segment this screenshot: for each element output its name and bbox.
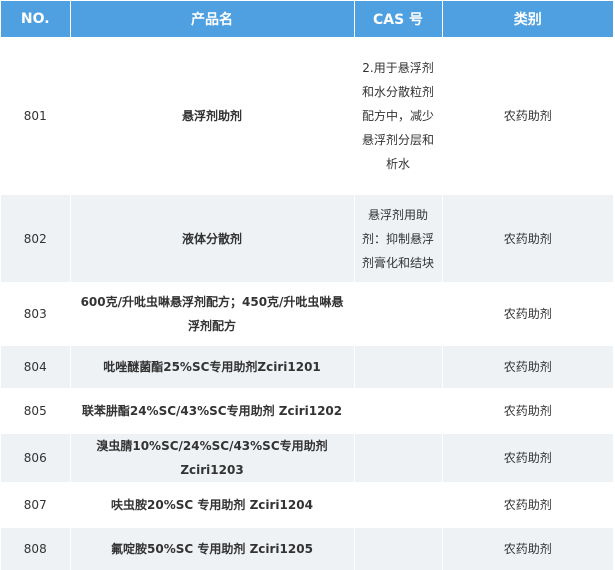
row-category: 农药助剂 [442, 388, 613, 434]
header-cas: CAS 号 [354, 1, 443, 37]
table-row: 807 呋虫胺20%SC 专用助剂 Zciri1204 农药助剂 [1, 482, 613, 528]
row-no: 805 [1, 388, 71, 434]
row-no: 803 [1, 282, 71, 346]
row-category: 农药助剂 [442, 37, 613, 195]
row-cas: 悬浮剂用助剂：抑制悬浮剂膏化和结块 [354, 195, 443, 282]
row-cas [354, 482, 443, 528]
row-category: 农药助剂 [442, 434, 613, 482]
product-link[interactable]: 吡唑醚菌酯25%SC专用助剂Zciri1201 [103, 360, 321, 374]
row-cas [354, 528, 443, 570]
row-category: 农药助剂 [442, 482, 613, 528]
row-product-name[interactable]: 600克/升吡虫啉悬浮剂配方；450克/升吡虫啉悬浮剂配方 [70, 282, 355, 346]
table-row: 801 悬浮剂助剂 2.用于悬浮剂和水分散粒剂配方中，减少悬浮剂分层和析水 农药… [1, 37, 613, 195]
row-category: 农药助剂 [442, 346, 613, 388]
row-no: 804 [1, 346, 71, 388]
product-link[interactable]: 溴虫腈10%SC/24%SC/43%SC专用助剂 Zciri1203 [96, 439, 327, 477]
header-product-name: 产品名 [70, 1, 355, 37]
row-cas: 2.用于悬浮剂和水分散粒剂配方中，减少悬浮剂分层和析水 [354, 37, 443, 195]
table-row: 808 氟啶胺50%SC 专用助剂 Zciri1205 农药助剂 [1, 528, 613, 570]
row-no: 806 [1, 434, 71, 482]
product-link[interactable]: 氟啶胺50%SC 专用助剂 Zciri1205 [111, 542, 313, 556]
table-row: 805 联苯肼酯24%SC/43%SC专用助剂 Zciri1202 农药助剂 [1, 388, 613, 434]
row-product-name[interactable]: 吡唑醚菌酯25%SC专用助剂Zciri1201 [70, 346, 355, 388]
product-link[interactable]: 600克/升吡虫啉悬浮剂配方；450克/升吡虫啉悬浮剂配方 [81, 295, 344, 333]
table-row: 803 600克/升吡虫啉悬浮剂配方；450克/升吡虫啉悬浮剂配方 农药助剂 [1, 282, 613, 346]
row-product-name[interactable]: 溴虫腈10%SC/24%SC/43%SC专用助剂 Zciri1203 [70, 434, 355, 482]
table-row: 802 液体分散剂 悬浮剂用助剂：抑制悬浮剂膏化和结块 农药助剂 [1, 195, 613, 282]
row-cas [354, 346, 443, 388]
row-no: 808 [1, 528, 71, 570]
row-cas [354, 282, 443, 346]
table-row: 804 吡唑醚菌酯25%SC专用助剂Zciri1201 农药助剂 [1, 346, 613, 388]
product-link[interactable]: 悬浮剂助剂 [182, 109, 242, 123]
product-link[interactable]: 液体分散剂 [182, 232, 242, 246]
row-product-name[interactable]: 悬浮剂助剂 [70, 37, 355, 195]
header-category: 类别 [442, 1, 613, 37]
product-link[interactable]: 联苯肼酯24%SC/43%SC专用助剂 Zciri1202 [82, 404, 342, 418]
row-category: 农药助剂 [442, 282, 613, 346]
row-product-name[interactable]: 氟啶胺50%SC 专用助剂 Zciri1205 [70, 528, 355, 570]
row-cas [354, 434, 443, 482]
table-header-row: NO. 产品名 CAS 号 类别 [1, 1, 613, 37]
row-category: 农药助剂 [442, 528, 613, 570]
header-no: NO. [1, 1, 71, 37]
table-row: 806 溴虫腈10%SC/24%SC/43%SC专用助剂 Zciri1203 农… [1, 434, 613, 482]
row-category: 农药助剂 [442, 195, 613, 282]
row-no: 807 [1, 482, 71, 528]
product-link[interactable]: 呋虫胺20%SC 专用助剂 Zciri1204 [111, 498, 313, 512]
row-product-name[interactable]: 液体分散剂 [70, 195, 355, 282]
row-no: 802 [1, 195, 71, 282]
row-cas [354, 388, 443, 434]
row-product-name[interactable]: 联苯肼酯24%SC/43%SC专用助剂 Zciri1202 [70, 388, 355, 434]
row-no: 801 [1, 37, 71, 195]
row-product-name[interactable]: 呋虫胺20%SC 专用助剂 Zciri1204 [70, 482, 355, 528]
product-table: NO. 产品名 CAS 号 类别 801 悬浮剂助剂 2.用于悬浮剂和水分散粒剂… [1, 1, 613, 570]
